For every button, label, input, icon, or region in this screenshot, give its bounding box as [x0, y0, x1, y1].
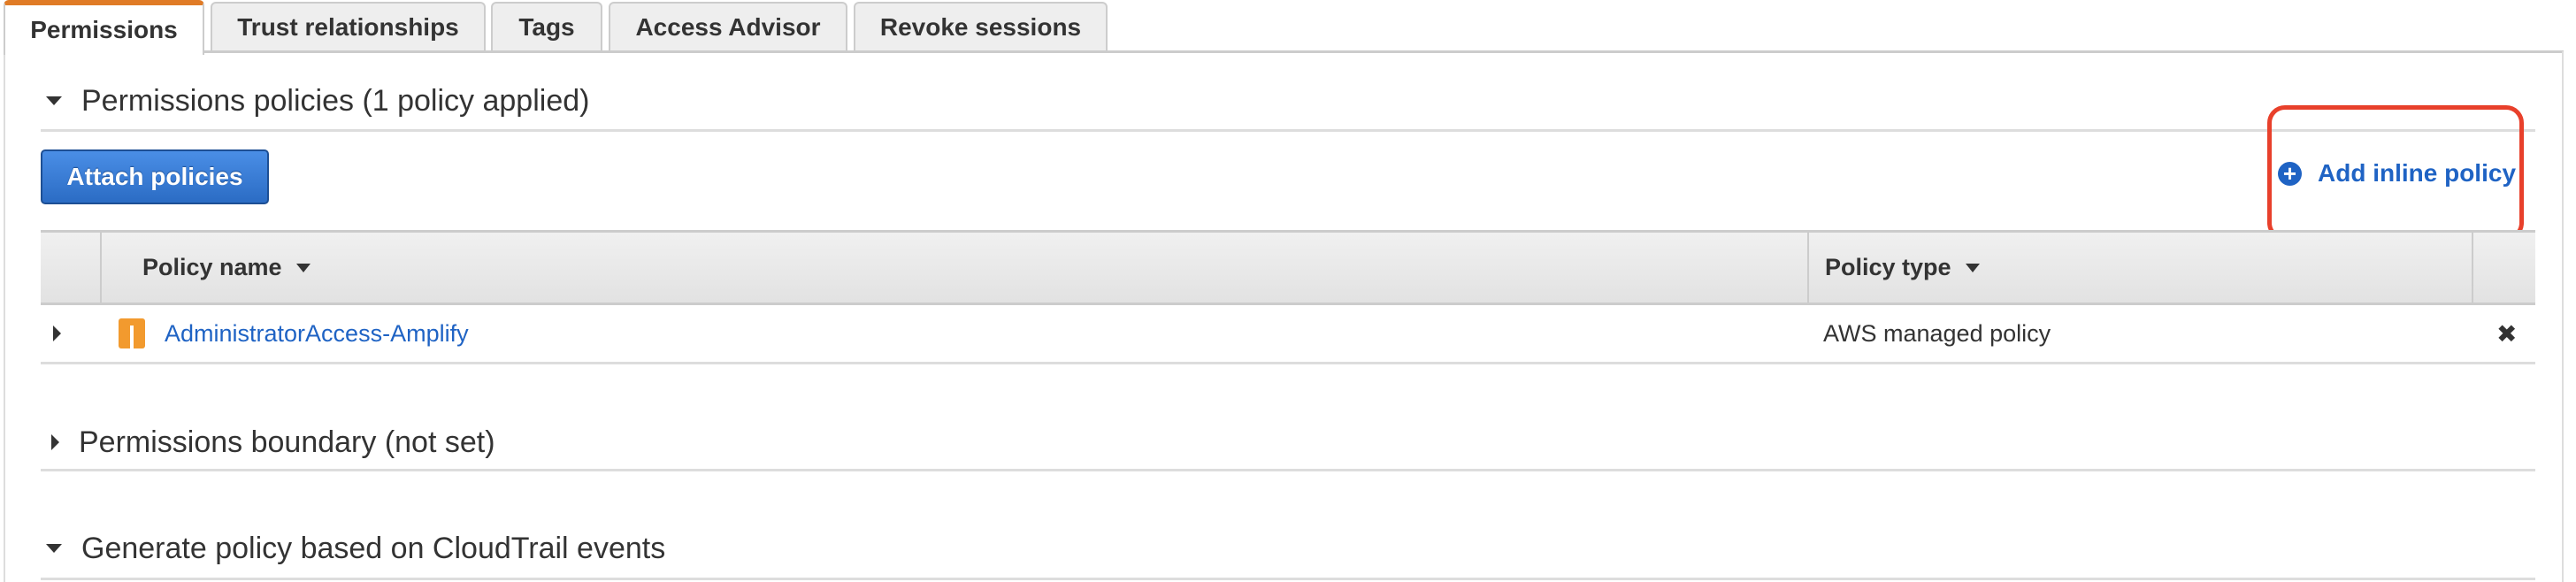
policy-name-link[interactable]: AdministratorAccess-Amplify	[165, 320, 469, 348]
tab-revoke-sessions[interactable]: Revoke sessions	[854, 2, 1108, 51]
generate-policy-header[interactable]: Generate policy based on CloudTrail even…	[41, 529, 2535, 568]
column-actions	[2472, 233, 2535, 302]
expand-row-button[interactable]	[53, 305, 61, 362]
attach-policies-button[interactable]: Attach policies	[41, 149, 269, 204]
sort-caret-icon	[1965, 263, 1980, 272]
table-row: AdministratorAccess-Amplify AWS managed …	[41, 305, 2535, 364]
caret-right-icon	[53, 325, 61, 341]
permissions-policies-header[interactable]: Permissions policies (1 policy applied)	[41, 81, 2535, 120]
remove-policy-icon[interactable]: ✖	[2496, 305, 2517, 362]
sort-caret-icon	[295, 263, 310, 272]
caret-down-icon	[46, 544, 62, 553]
section-title: Permissions boundary (not set)	[79, 425, 495, 459]
permissions-boundary-header[interactable]: Permissions boundary (not set)	[41, 423, 2535, 462]
tab-permissions[interactable]: Permissions	[4, 0, 204, 55]
column-label: Policy name	[142, 254, 282, 280]
table-header: Policy name Policy type	[41, 230, 2535, 305]
highlight-box	[2267, 105, 2524, 241]
tab-tags[interactable]: Tags	[491, 2, 602, 51]
column-label: Policy type	[1825, 254, 1951, 280]
managed-policy-icon	[119, 318, 145, 348]
policy-name-cell: AdministratorAccess-Amplify	[119, 305, 469, 362]
policy-type-cell: AWS managed policy	[1823, 319, 2051, 347]
section-title: Permissions policies (1 policy applied)	[81, 83, 590, 118]
tab-trust-relationships[interactable]: Trust relationships	[211, 2, 486, 51]
section-title: Generate policy based on CloudTrail even…	[81, 531, 666, 565]
column-policy-name[interactable]: Policy name	[100, 233, 1807, 302]
tab-bar: Permissions Trust relationships Tags Acc…	[0, 0, 2576, 55]
caret-right-icon	[51, 434, 59, 450]
divider	[41, 129, 2535, 132]
caret-down-icon	[46, 96, 62, 105]
column-policy-type[interactable]: Policy type	[1807, 233, 2515, 302]
divider	[41, 469, 2535, 471]
tab-access-advisor[interactable]: Access Advisor	[609, 2, 847, 51]
